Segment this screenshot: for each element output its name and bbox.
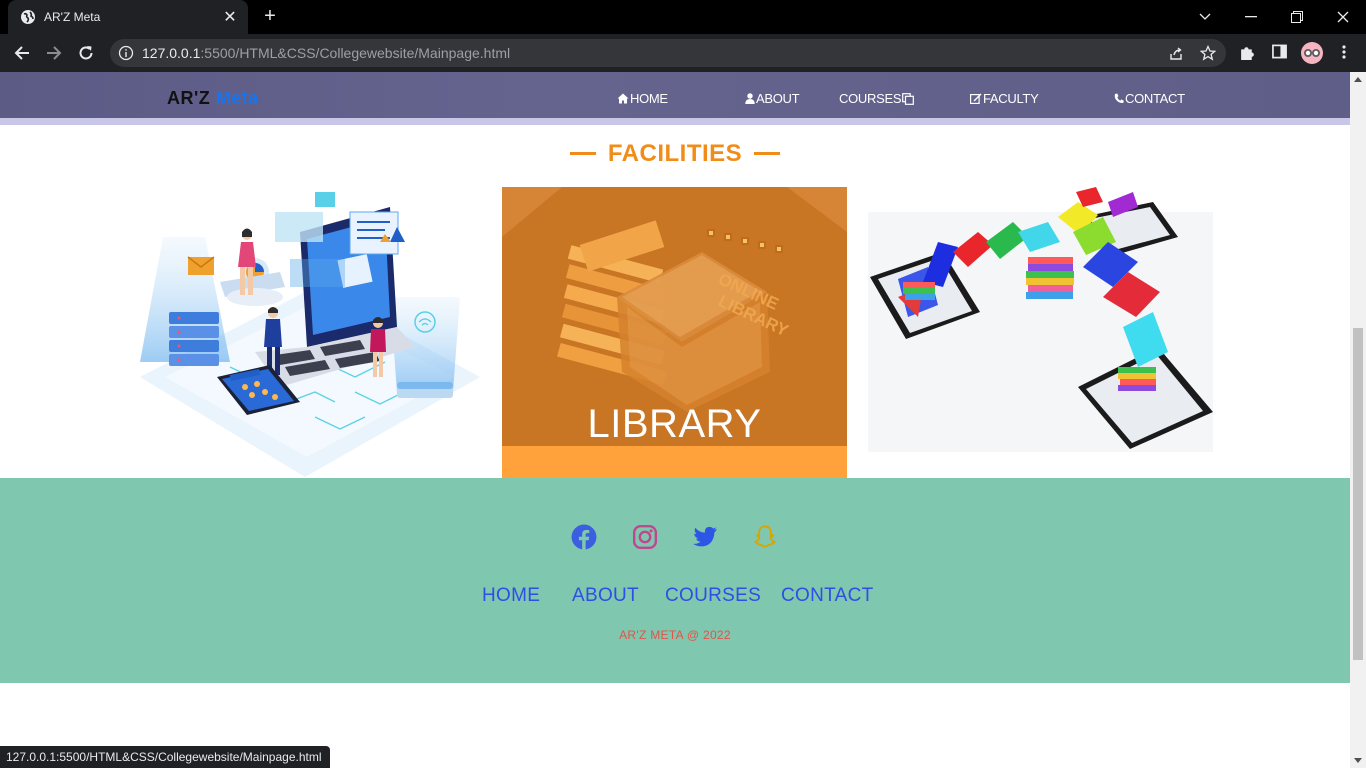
nav-link-courses[interactable]: COURSES — [839, 91, 915, 106]
forward-button[interactable] — [41, 41, 67, 65]
glasses-icon — [1304, 49, 1320, 57]
browser-tab-bar: AR'Z Meta ✕ + — [0, 0, 1366, 34]
url-path: :5500/HTML&CSS/Collegewebsite/Mainpage.h… — [200, 45, 511, 61]
library-caption-bar — [502, 446, 847, 478]
logo-text-arz: AR'Z — [167, 88, 211, 108]
profile-avatar[interactable] — [1301, 42, 1323, 64]
side-panel-icon[interactable] — [1272, 44, 1287, 59]
logo-text-meta: Meta — [215, 88, 259, 108]
site-navbar: AR'Z Meta HOME ABOUT COURSES FACULTY CON… — [0, 72, 1350, 118]
nav-link-home[interactable]: HOME — [617, 91, 668, 106]
extensions-icon[interactable] — [1239, 44, 1256, 61]
footer-link-home[interactable]: HOME — [482, 585, 540, 607]
home-icon — [617, 93, 629, 104]
heading-dash-left — [569, 152, 596, 156]
library-caption: LIBRARY — [587, 402, 762, 446]
copy-icon — [902, 92, 915, 105]
info-icon[interactable] — [118, 45, 134, 61]
scroll-up-arrow-icon[interactable] — [1354, 77, 1362, 82]
twitter-icon[interactable] — [692, 524, 718, 550]
reload-icon — [79, 46, 93, 60]
page-scrollbar[interactable] — [1350, 72, 1366, 768]
footer-link-courses[interactable]: COURSES — [665, 585, 761, 607]
restore-icon[interactable] — [1274, 0, 1320, 34]
nav-label-contact: CONTACT — [1125, 91, 1185, 106]
tab-title: AR'Z Meta — [44, 10, 101, 24]
address-bar[interactable]: 127.0.0.1:5500/HTML&CSS/Collegewebsite/M… — [110, 39, 1226, 67]
menu-dots-icon[interactable] — [1336, 44, 1352, 60]
heading-dash-right — [754, 152, 781, 156]
scrollbar-thumb[interactable] — [1353, 328, 1363, 660]
nav-link-about[interactable]: ABOUT — [745, 91, 800, 106]
footer-link-about[interactable]: ABOUT — [572, 585, 639, 607]
user-icon — [745, 93, 755, 104]
close-window-icon[interactable] — [1320, 0, 1366, 34]
url-host: 127.0.0.1 — [142, 45, 201, 61]
phone-icon — [1114, 93, 1124, 104]
instagram-icon[interactable] — [632, 524, 658, 550]
bookmark-star-icon[interactable] — [1200, 45, 1216, 61]
reload-button[interactable] — [73, 41, 99, 65]
nav-link-faculty[interactable]: FACULTY — [970, 91, 1039, 106]
url-text[interactable]: 127.0.0.1:5500/HTML&CSS/Collegewebsite/M… — [142, 45, 510, 61]
e-books-tablets-image — [868, 187, 1213, 452]
facilities-title: FACILITIES — [607, 140, 743, 167]
facilities-heading: FACILITIES — [0, 140, 1350, 168]
facility-card-library[interactable]: ONLINE LIBRARY LIBRARY — [502, 187, 847, 478]
scroll-down-arrow-icon[interactable] — [1354, 758, 1362, 763]
site-logo[interactable]: AR'Z Meta — [167, 88, 259, 109]
facility-card-ebooks[interactable] — [868, 187, 1213, 478]
nav-label-faculty: FACULTY — [983, 91, 1039, 106]
nav-label-home: HOME — [630, 91, 668, 106]
browser-toolbar: 127.0.0.1:5500/HTML&CSS/Collegewebsite/M… — [0, 34, 1366, 72]
minimize-icon[interactable] — [1228, 0, 1274, 34]
tab-search-icon[interactable] — [1182, 0, 1228, 34]
facebook-icon[interactable] — [571, 524, 597, 550]
snapchat-icon[interactable] — [752, 524, 778, 550]
copyright-text: AR'Z META @ 2022 — [619, 628, 731, 642]
facility-card-computer-lab[interactable] — [135, 187, 480, 478]
browser-tab[interactable]: AR'Z Meta ✕ — [8, 0, 248, 34]
navbar-bottom-strip — [0, 118, 1350, 125]
globe-icon — [21, 10, 35, 24]
new-tab-button[interactable]: + — [258, 6, 282, 28]
nav-label-courses: COURSES — [839, 91, 902, 106]
edit-icon — [970, 93, 982, 104]
footer-link-contact[interactable]: CONTACT — [781, 585, 874, 607]
status-bar-url: 127.0.0.1:5500/HTML&CSS/Collegewebsite/M… — [0, 746, 330, 768]
back-button[interactable] — [9, 41, 35, 65]
nav-link-contact[interactable]: CONTACT — [1114, 91, 1185, 106]
arrow-right-icon — [47, 46, 62, 60]
close-tab-icon[interactable]: ✕ — [222, 7, 238, 27]
arrow-left-icon — [14, 46, 29, 60]
page-viewport: AR'Z Meta HOME ABOUT COURSES FACULTY CON… — [0, 72, 1350, 768]
nav-label-about: ABOUT — [756, 91, 800, 106]
computer-lab-illustration — [140, 192, 480, 477]
share-icon[interactable] — [1168, 45, 1184, 61]
site-footer: HOME ABOUT COURSES CONTACT AR'Z META @ 2… — [0, 478, 1350, 683]
